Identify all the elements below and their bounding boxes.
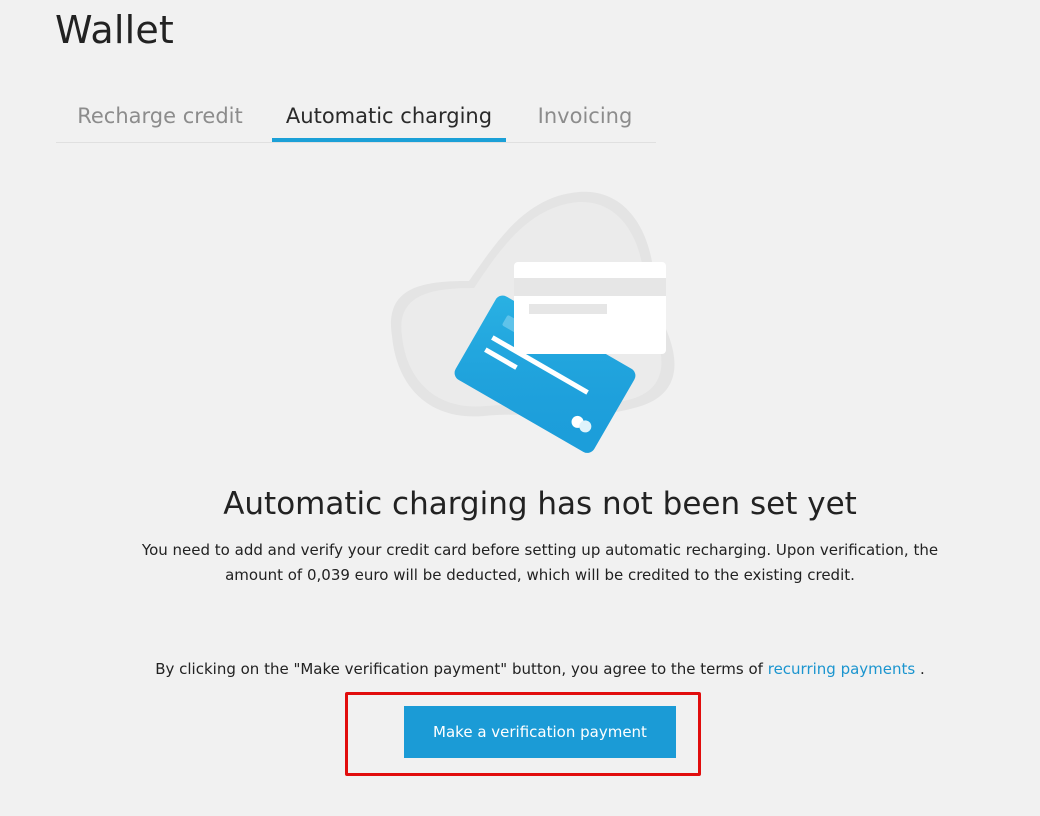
make-verification-payment-button[interactable]: Make a verification payment	[404, 706, 676, 758]
wallet-tabs: Recharge credit Automatic charging Invoi…	[56, 96, 656, 143]
wallet-page: Wallet Recharge credit Automatic chargin…	[0, 0, 1040, 816]
terms-notice: By clicking on the "Make verification pa…	[0, 660, 1040, 678]
tab-label: Automatic charging	[285, 104, 493, 128]
active-tab-indicator	[272, 138, 506, 142]
tab-label: Recharge credit	[77, 104, 243, 128]
tab-label: Invoicing	[537, 104, 633, 128]
credit-cards-icon	[384, 186, 694, 462]
terms-suffix: .	[920, 660, 925, 678]
terms-prefix: By clicking on the "Make verification pa…	[155, 660, 763, 678]
page-title: Wallet	[55, 8, 175, 52]
empty-state-headline: Automatic charging has not been set yet	[223, 486, 857, 522]
tab-automatic-charging[interactable]: Automatic charging	[272, 96, 506, 142]
tab-invoicing[interactable]: Invoicing	[522, 96, 648, 140]
empty-state-description: You need to add and verify your credit c…	[120, 538, 960, 588]
recurring-payments-link[interactable]: recurring payments	[768, 660, 916, 678]
description-line-1: You need to add and verify your credit c…	[141, 541, 939, 559]
description-line-2: amount of 0,039 euro will be deducted, w…	[225, 566, 855, 584]
tab-recharge-credit[interactable]: Recharge credit	[64, 96, 256, 140]
